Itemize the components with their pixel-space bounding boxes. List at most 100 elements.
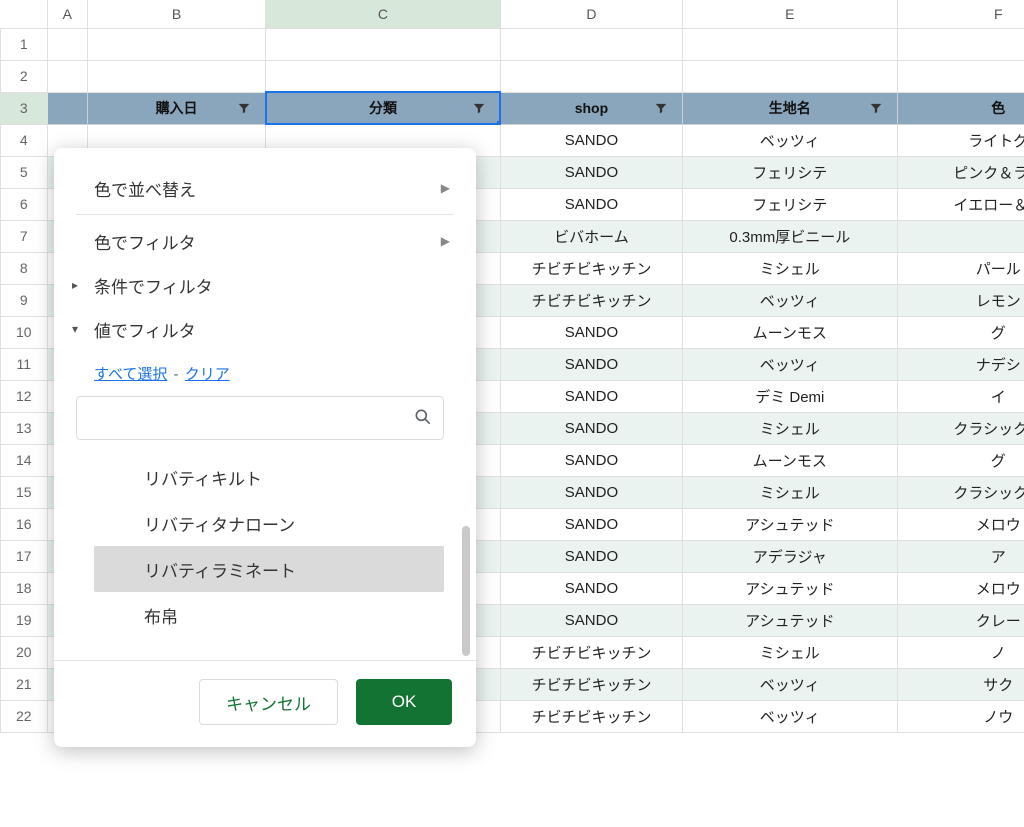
cell[interactable]: ノ (897, 636, 1024, 668)
filter-by-values-item[interactable]: ▾ 値でフィルタ (76, 307, 454, 351)
row-header[interactable]: 15 (1, 476, 48, 508)
filter-icon[interactable] (865, 97, 887, 119)
row-header[interactable]: 7 (1, 220, 48, 252)
cell[interactable]: メロウ (897, 508, 1024, 540)
filter-by-condition-item[interactable]: ▸ 条件でフィルタ (76, 263, 454, 307)
cell[interactable]: ミシェル (683, 476, 898, 508)
column-header-C[interactable]: C (266, 0, 501, 28)
filter-by-color-item[interactable]: 色でフィルタ ▶ (76, 219, 454, 263)
cell[interactable] (266, 28, 501, 60)
row-header[interactable]: 14 (1, 444, 48, 476)
filter-value-item[interactable]: リバティキルト (94, 454, 444, 500)
header-cell-D[interactable]: shop (500, 92, 682, 124)
filter-value-item[interactable]: リバティタナローン (94, 500, 444, 546)
cell[interactable]: サク (897, 668, 1024, 700)
column-header-A[interactable]: A (47, 0, 87, 28)
cell[interactable]: チビチビキッチン (500, 700, 682, 732)
cell[interactable]: パール (897, 252, 1024, 284)
cell[interactable]: ベッツィ (683, 668, 898, 700)
cell[interactable]: ベッツィ (683, 348, 898, 380)
cell[interactable]: フェリシテ (683, 156, 898, 188)
header-cell-F[interactable]: 色 (897, 92, 1024, 124)
cell[interactable]: チビチビキッチン (500, 636, 682, 668)
row-header[interactable]: 17 (1, 540, 48, 572)
cell[interactable] (897, 220, 1024, 252)
cell[interactable]: チビチビキッチン (500, 284, 682, 316)
cell[interactable]: SANDO (500, 188, 682, 220)
filter-value-item[interactable]: 布帛 (94, 592, 444, 638)
cell[interactable]: ベッツィ (683, 124, 898, 156)
filter-icon[interactable] (233, 97, 255, 119)
cell[interactable]: クラシックピ (897, 412, 1024, 444)
cell[interactable]: ミシェル (683, 412, 898, 444)
cell[interactable]: アシュテッド (683, 604, 898, 636)
cell[interactable]: デミ Demi (683, 380, 898, 412)
row-header[interactable]: 4 (1, 124, 48, 156)
clear-link[interactable]: クリア (185, 366, 230, 383)
header-cell-E[interactable]: 生地名 (683, 92, 898, 124)
header-cell-C[interactable]: 分類 (266, 92, 501, 124)
filter-icon[interactable] (650, 97, 672, 119)
row-header[interactable]: 21 (1, 668, 48, 700)
cell[interactable]: イ (897, 380, 1024, 412)
cell[interactable] (47, 28, 87, 60)
scrollbar-thumb[interactable] (462, 526, 470, 656)
cell[interactable]: クラシックピ (897, 476, 1024, 508)
cell[interactable]: 0.3mm厚ビニール (683, 220, 898, 252)
cell[interactable] (47, 60, 87, 92)
cell[interactable]: チビチビキッチン (500, 252, 682, 284)
cell[interactable] (897, 60, 1024, 92)
cell[interactable]: ライトグ (897, 124, 1024, 156)
row-header[interactable]: 22 (1, 700, 48, 732)
cell[interactable]: SANDO (500, 124, 682, 156)
filter-icon[interactable] (468, 97, 490, 119)
ok-button[interactable]: OK (356, 679, 452, 725)
cell[interactable]: アシュテッド (683, 572, 898, 604)
header-cell-B[interactable]: 購入日 (88, 92, 266, 124)
row-header[interactable]: 5 (1, 156, 48, 188)
cell[interactable]: ムーンモス (683, 316, 898, 348)
cell[interactable]: グ (897, 444, 1024, 476)
row-header[interactable]: 3 (1, 92, 48, 124)
cancel-button[interactable]: キャンセル (199, 679, 338, 725)
cell[interactable]: レモン (897, 284, 1024, 316)
cell[interactable] (683, 28, 898, 60)
cell[interactable]: SANDO (500, 572, 682, 604)
cell[interactable]: メロウ (897, 572, 1024, 604)
cell[interactable]: ピンク＆ライ (897, 156, 1024, 188)
row-header[interactable]: 8 (1, 252, 48, 284)
cell[interactable]: ムーンモス (683, 444, 898, 476)
cell[interactable]: SANDO (500, 412, 682, 444)
cell[interactable] (500, 28, 682, 60)
cell[interactable]: SANDO (500, 316, 682, 348)
cell[interactable]: アデラジャ (683, 540, 898, 572)
row-header[interactable]: 11 (1, 348, 48, 380)
row-header[interactable]: 12 (1, 380, 48, 412)
cell[interactable]: ミシェル (683, 252, 898, 284)
cell[interactable]: イエロー＆ラ (897, 188, 1024, 220)
cell[interactable]: ノウ (897, 700, 1024, 732)
cell[interactable] (683, 60, 898, 92)
column-header-F[interactable]: F (897, 0, 1024, 28)
header-cell-A[interactable] (47, 92, 87, 124)
row-header[interactable]: 20 (1, 636, 48, 668)
row-header[interactable]: 19 (1, 604, 48, 636)
cell[interactable]: SANDO (500, 444, 682, 476)
cell[interactable] (88, 60, 266, 92)
corner-cell[interactable] (1, 0, 48, 28)
row-header[interactable]: 18 (1, 572, 48, 604)
cell[interactable]: SANDO (500, 540, 682, 572)
cell[interactable]: アシュテッド (683, 508, 898, 540)
cell[interactable]: ナデシ (897, 348, 1024, 380)
cell[interactable]: グ (897, 316, 1024, 348)
row-header[interactable]: 6 (1, 188, 48, 220)
row-header[interactable]: 16 (1, 508, 48, 540)
select-all-link[interactable]: すべて選択 (94, 366, 167, 383)
cell[interactable] (88, 28, 266, 60)
cell[interactable]: SANDO (500, 380, 682, 412)
cell[interactable]: ア (897, 540, 1024, 572)
cell[interactable]: ビバホーム (500, 220, 682, 252)
sort-by-color-item[interactable]: 色で並べ替え ▶ (76, 166, 454, 210)
row-header[interactable]: 10 (1, 316, 48, 348)
cell[interactable]: クレー (897, 604, 1024, 636)
